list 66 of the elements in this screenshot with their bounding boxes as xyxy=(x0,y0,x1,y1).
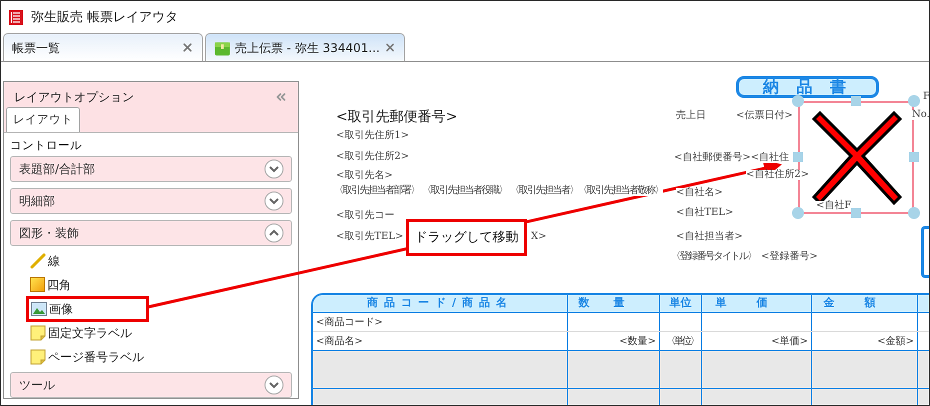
report-field: X> xyxy=(531,232,546,242)
image-icon xyxy=(31,300,47,316)
control-item[interactable]: 線 xyxy=(30,248,60,274)
pencil-line-icon xyxy=(30,252,46,268)
note-icon xyxy=(30,324,46,340)
report-field: <自社郵便番号><自社住 xyxy=(674,153,790,163)
resize-handle[interactable] xyxy=(851,96,861,106)
resize-handle[interactable] xyxy=(908,95,920,107)
report-field: <取引先住所1> xyxy=(336,131,410,141)
control-item[interactable]: 四角 xyxy=(30,272,71,298)
close-icon[interactable] xyxy=(181,41,194,54)
report-field: 売上日 xyxy=(676,111,706,121)
table-cell-text: <金額> xyxy=(877,334,914,348)
report-field: <自社TEL> xyxy=(676,208,734,218)
accordion-header[interactable]: 表題部/合計部 xyxy=(10,156,292,182)
report-field: <取引先郵便番号> xyxy=(336,110,458,124)
report-field: <取引先名> xyxy=(336,171,393,181)
document-tab[interactable]: 売上伝票 - 弥生 334401... xyxy=(205,33,405,61)
resize-handle[interactable] xyxy=(792,207,804,219)
report-field: No. xyxy=(912,110,929,120)
report-field: <登録番号> xyxy=(761,252,818,262)
column-header: 単位 xyxy=(660,295,702,312)
report-field: <取引先TEL> xyxy=(336,232,404,242)
document-tab[interactable]: 帳票一覧 xyxy=(3,33,203,61)
report-title: 納 品 書 xyxy=(736,76,879,98)
report-field: <自社担当者> xyxy=(676,232,743,242)
window-title: 弥生販売 帳票レイアウタ xyxy=(31,8,178,27)
panel-tab[interactable]: レイアウト xyxy=(6,106,80,132)
table-cell-text: <商品コード> xyxy=(316,316,383,330)
resize-handle[interactable] xyxy=(793,152,803,162)
note-icon xyxy=(30,348,46,364)
report-field: <自社住所2> xyxy=(746,170,810,180)
control-item[interactable]: 固定文字ラベル xyxy=(30,320,132,346)
column-header: 金額 xyxy=(812,295,918,312)
section-label: コントロール xyxy=(9,136,83,154)
control-item[interactable]: 画像 xyxy=(26,296,149,322)
callout: ドラッグして移動 xyxy=(406,219,527,256)
table-cell-text: <単価> xyxy=(771,334,808,348)
column-header: 商品コード/商品名 xyxy=(313,295,568,312)
table-cell-text: <数量> xyxy=(619,334,656,348)
resize-handle[interactable] xyxy=(851,208,861,218)
resize-handle[interactable] xyxy=(792,95,804,107)
report-field: <自社名> xyxy=(676,188,723,198)
panel-title: レイアウトオプション xyxy=(14,89,134,106)
resize-handle[interactable] xyxy=(909,152,919,162)
chevron-up-icon xyxy=(264,223,284,243)
accordion-header[interactable]: ツール xyxy=(10,372,292,398)
column-header: 単価 xyxy=(702,295,812,312)
report-field: <取引先コー xyxy=(336,211,394,221)
table-cell-text: 〈単位〉 xyxy=(666,334,698,348)
chevron-down-icon xyxy=(264,191,284,211)
square-icon xyxy=(30,277,45,292)
control-item[interactable]: ページ番号ラベル xyxy=(30,344,144,370)
column-header: 数量 xyxy=(568,295,660,312)
accordion-header[interactable]: 図形・装飾 xyxy=(10,220,292,246)
table-cell-text: <商品名> xyxy=(316,334,363,348)
close-icon[interactable] xyxy=(384,41,396,54)
resize-handle[interactable] xyxy=(908,207,920,219)
accordion-header[interactable]: 明細部 xyxy=(10,188,292,214)
app-logo-icon xyxy=(9,10,23,25)
collapse-icon[interactable] xyxy=(274,90,288,104)
report-field: <自社F xyxy=(816,201,852,211)
report-field: <伝票日付> xyxy=(736,111,793,121)
chevron-down-icon xyxy=(264,159,284,179)
report-field: <取引先住所2> xyxy=(336,152,410,162)
chevron-down-icon xyxy=(264,375,284,395)
